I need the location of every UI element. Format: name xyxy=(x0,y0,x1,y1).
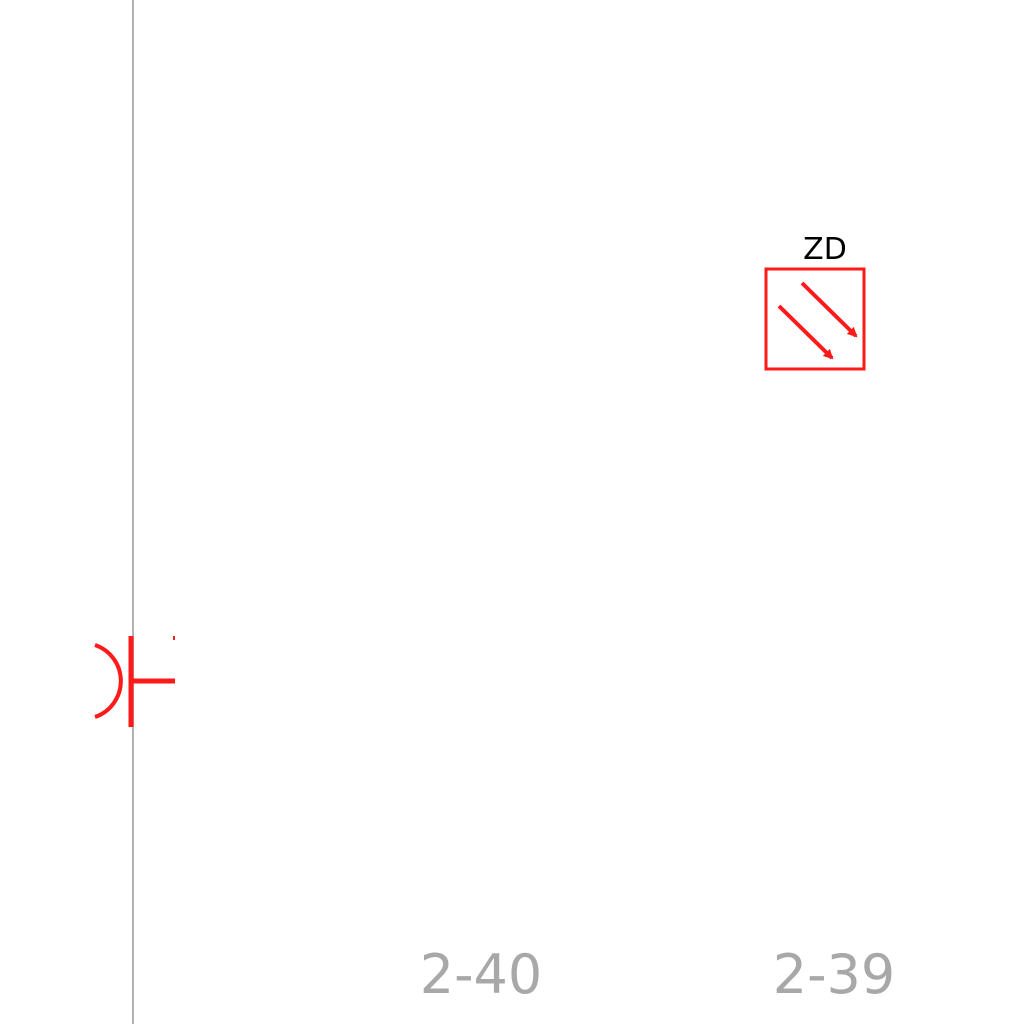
grid-label-right: 2-39 xyxy=(773,943,896,1006)
floor-plan-canvas: ZD 2-40 2-39 xyxy=(0,0,1024,1024)
grid-label-left: 2-40 xyxy=(420,943,543,1006)
outlet-arc xyxy=(94,643,123,719)
zd-device-box xyxy=(764,267,866,371)
floor-plan-drawing: ZD 2-40 2-39 xyxy=(94,0,896,1024)
diagonal-double-arrow-icon xyxy=(777,281,858,360)
zd-label: ZD xyxy=(803,232,847,267)
zd-device-symbol[interactable]: ZD xyxy=(764,232,866,371)
outlet-arc-icon[interactable] xyxy=(94,636,175,727)
